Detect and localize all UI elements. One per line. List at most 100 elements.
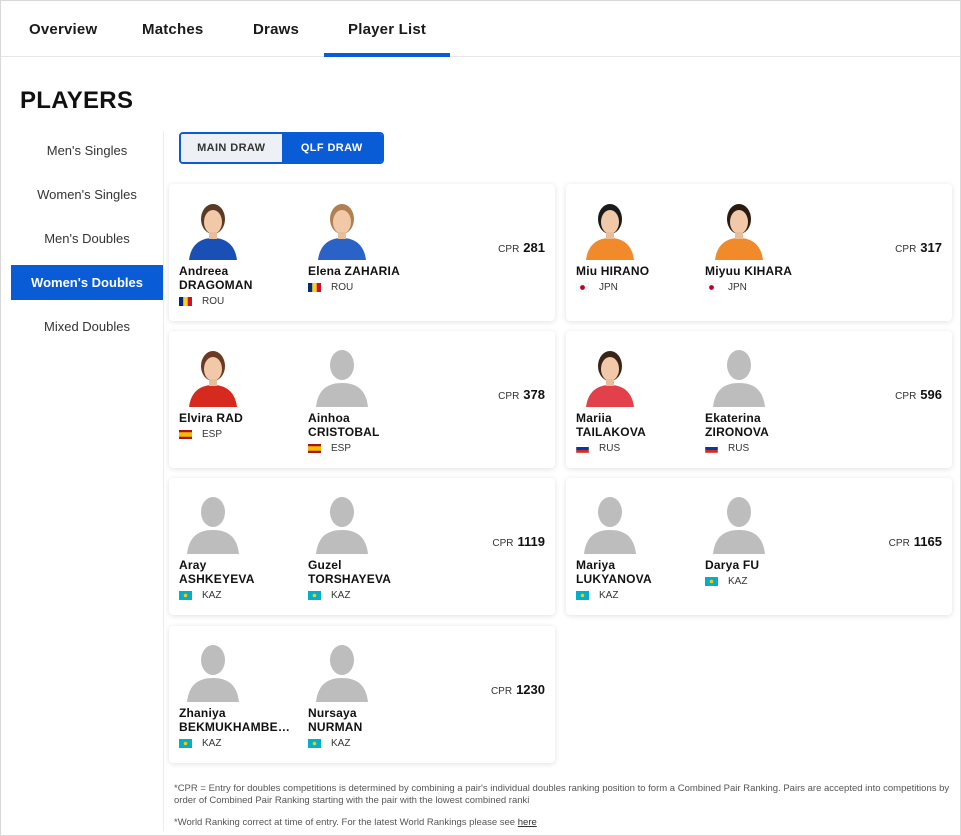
- cpr-label: CPR: [498, 244, 520, 255]
- player-photo: [709, 196, 769, 260]
- player-name-line-2: ASHKEYEVA: [179, 572, 255, 586]
- country-code: ESP: [202, 429, 223, 440]
- cpr-number: 596: [920, 387, 942, 402]
- cpr-value: CPR 1165: [889, 534, 942, 549]
- player-country: JPN: [704, 282, 747, 293]
- cpr-value: CPR 281: [498, 240, 545, 255]
- flag-rus-icon: [575, 443, 590, 454]
- player-name-line-1: Guzel: [308, 558, 342, 572]
- rankings-link[interactable]: here: [518, 817, 537, 828]
- player-name-line-1: Aray: [179, 558, 207, 572]
- player-name-line-1: Mariya: [576, 558, 616, 572]
- cpr-label: CPR: [498, 391, 520, 402]
- player-name[interactable]: Darya FU: [705, 558, 823, 572]
- player-name[interactable]: Andreea DRAGOMAN: [179, 264, 297, 292]
- tab-draws[interactable]: Draws: [253, 1, 299, 57]
- cpr-label: CPR: [888, 538, 910, 549]
- cpr-number: 1230: [516, 682, 545, 697]
- player-avatar-placeholder-icon: [312, 638, 372, 702]
- flag-kaz-icon: [576, 591, 589, 600]
- player-name-line-2: TAILAKOVA: [576, 425, 647, 439]
- player-name-line-1: Miu HIRANO: [576, 264, 650, 278]
- sidebar-item-mens-singles[interactable]: Men's Singles: [11, 133, 163, 168]
- flag-rou-icon: [179, 297, 192, 306]
- player-name[interactable]: Mariya LUKYANOVA: [576, 558, 694, 586]
- player-name[interactable]: Ainhoa CRISTOBAL: [308, 411, 426, 439]
- player-name-line-1: Miyuu KIHARA: [705, 264, 793, 278]
- player-country: KAZ: [308, 738, 350, 749]
- player-name[interactable]: Elena ZAHARIA: [308, 264, 426, 278]
- player-country: ESP: [179, 429, 222, 440]
- tab-overview[interactable]: Overview: [29, 1, 97, 57]
- sidebar-item-mens-doubles[interactable]: Men's Doubles: [11, 221, 163, 256]
- cpr-label: CPR: [490, 686, 513, 697]
- page-frame: Overview Matches Draws Player List PLAYE…: [0, 0, 961, 836]
- player-photo: [580, 343, 640, 407]
- player-name[interactable]: Guzel TORSHAYEVA: [308, 558, 426, 586]
- player-name[interactable]: Elvira RAD: [179, 411, 297, 425]
- player-name-line-1: Zhaniya: [179, 706, 226, 720]
- flag-kaz-icon: [308, 591, 321, 600]
- player-country: KAZ: [705, 576, 747, 587]
- player-name[interactable]: Mariia TAILAKOVA: [576, 411, 694, 439]
- sidebar-divider: [163, 131, 164, 831]
- cpr-number: 1165: [913, 534, 942, 549]
- qlf-draw-button[interactable]: QLF DRAW: [281, 134, 382, 162]
- player-name[interactable]: Aray ASHKEYEVA: [179, 558, 297, 586]
- tab-matches[interactable]: Matches: [142, 1, 203, 57]
- country-code: RUS: [599, 443, 621, 454]
- sidebar-item-womens-doubles[interactable]: Women's Doubles: [11, 265, 163, 300]
- tab-player-list[interactable]: Player List: [323, 1, 451, 57]
- player-name[interactable]: ZhaniyaBEKMUKHAMBETOVA: [179, 706, 297, 734]
- pair-card: Aray ASHKEYEVA KAZ Guzel TORSHAYEVA KAZ CPR 111…: [169, 478, 555, 615]
- sidebar-item-womens-singles[interactable]: Women's Singles: [11, 177, 163, 212]
- player-name-line-1: Andreea: [179, 264, 229, 278]
- cpr-number: 378: [523, 387, 545, 402]
- player-name-line-2: BEKMUKHAMBETOVA: [179, 720, 297, 734]
- player-name-line-1: Nursaya: [308, 706, 357, 720]
- country-code: ROU: [202, 296, 225, 307]
- player-country: KAZ: [308, 590, 350, 601]
- player-name-line-1: Elena ZAHARIA: [308, 264, 400, 278]
- country-code: JPN: [728, 282, 747, 293]
- event-sidebar: Men's Singles Women's Singles Men's Doub…: [11, 133, 163, 353]
- player-name[interactable]: Miyuu KIHARA: [705, 264, 823, 278]
- player-avatar-placeholder-icon: [312, 490, 372, 554]
- pair-card: Andreea DRAGOMAN ROU Elena ZAHARIA ROU CPR 281: [169, 184, 555, 321]
- pair-card: Mariya LUKYANOVA KAZ Darya FU KAZ CPR 1165: [566, 478, 952, 615]
- player-name-line-2: TORSHAYEVA: [308, 572, 392, 586]
- player-name[interactable]: Miu HIRANO: [576, 264, 694, 278]
- player-avatar-placeholder-icon: [312, 343, 372, 407]
- country-code: JPN: [599, 282, 618, 293]
- cpr-label: CPR: [492, 538, 514, 549]
- player-name-line-2: ZIRONOVA: [705, 425, 770, 439]
- cpr-value: CPR 317: [895, 240, 942, 255]
- country-code: KAZ: [331, 738, 351, 749]
- flag-esp-icon: [179, 430, 192, 439]
- flag-kaz-icon: [179, 739, 192, 748]
- flag-rou-icon: [308, 283, 321, 292]
- player-country: ESP: [308, 443, 351, 454]
- main-draw-button[interactable]: MAIN DRAW: [181, 134, 282, 162]
- player-country: RUS: [704, 443, 749, 454]
- player-country: KAZ: [576, 590, 618, 601]
- player-name[interactable]: Nursaya NURMAN: [308, 706, 426, 734]
- player-name-line-2: LUKYANOVA: [576, 572, 652, 586]
- player-photo: [183, 343, 243, 407]
- flag-jpn-icon: [575, 282, 590, 293]
- cpr-footnote: *CPR = Entry for doubles competitions is…: [174, 783, 950, 806]
- flag-kaz-icon: [179, 591, 192, 600]
- cpr-value: CPR 378: [498, 387, 545, 402]
- country-code: ROU: [331, 282, 354, 293]
- player-country: KAZ: [179, 590, 221, 601]
- top-tabs: Overview Matches Draws Player List: [1, 1, 960, 57]
- sidebar-item-mixed-doubles[interactable]: Mixed Doubles: [11, 309, 163, 344]
- draw-toggle: MAIN DRAW QLF DRAW: [179, 132, 384, 164]
- cpr-value: CPR 1230: [491, 682, 545, 697]
- player-country: JPN: [575, 282, 618, 293]
- flag-jpn-icon: [704, 282, 719, 293]
- player-name[interactable]: Ekaterina ZIRONOVA: [705, 411, 823, 439]
- flag-rus-icon: [704, 443, 719, 454]
- cpr-number: 281: [523, 240, 545, 255]
- player-avatar-placeholder-icon: [709, 490, 769, 554]
